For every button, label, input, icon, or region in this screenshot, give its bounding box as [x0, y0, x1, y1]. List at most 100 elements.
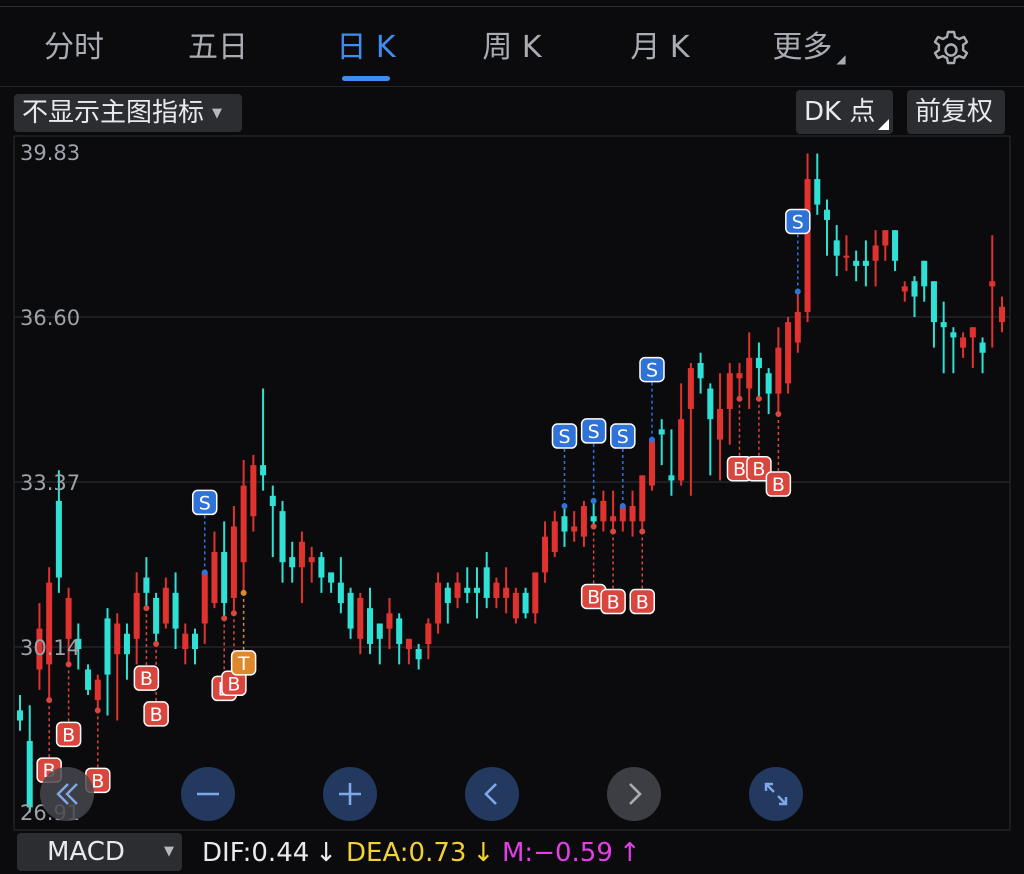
candle-body	[367, 608, 374, 644]
candle-body	[736, 373, 743, 379]
candle-body	[658, 429, 665, 435]
candle-body	[998, 306, 1006, 323]
candle-body	[697, 362, 704, 379]
tab-weekly-k[interactable]: 周 K	[464, 20, 560, 78]
candle-body	[823, 209, 831, 220]
candle-body	[522, 592, 529, 614]
tab-label: 周 K	[482, 30, 542, 65]
candle-body	[289, 557, 296, 568]
y-axis-label: 36.60	[20, 306, 80, 330]
signal-dot	[221, 615, 228, 622]
signal-letter: S	[558, 426, 570, 448]
candle-body	[114, 623, 121, 655]
candle-body	[376, 623, 383, 639]
signal-letter: S	[617, 426, 629, 448]
candle-body	[483, 567, 490, 598]
signal-letter: B	[752, 459, 765, 481]
main-indicator-label: 不显示主图指标	[22, 98, 205, 128]
tab-daily-k[interactable]: 日 K	[318, 20, 414, 78]
scroll-right-button[interactable]	[607, 767, 661, 821]
candle-body	[532, 572, 539, 614]
candlestick-chart[interactable]: BBBBBSBBTSSBBSBSBBBS39.8336.6033.3730.14…	[0, 134, 1024, 834]
zoom-out-button[interactable]	[181, 767, 235, 821]
tab-monthly-k[interactable]: 月 K	[612, 20, 708, 78]
scroll-left-button[interactable]	[465, 767, 519, 821]
dif-text: DIF:0.44	[202, 838, 310, 868]
dk-points-button[interactable]: DK 点	[796, 90, 893, 134]
tab-intraday[interactable]: 分时	[28, 20, 120, 78]
candle-body	[911, 281, 918, 297]
candle-body	[512, 592, 519, 619]
dea-value: DEA:0.73 ↓	[346, 835, 494, 871]
candle-body	[678, 419, 685, 481]
dk-points-label: DK 点	[804, 97, 876, 127]
fullscreen-icon	[764, 782, 788, 806]
candle-body	[580, 506, 587, 537]
candle-body	[318, 557, 325, 578]
signal-letter: B	[636, 592, 649, 614]
arrow-up-icon: ↑	[618, 838, 641, 868]
candle-body	[882, 230, 889, 246]
candle-body	[26, 740, 33, 808]
scroll-start-button[interactable]	[40, 767, 94, 821]
signal-dot	[648, 436, 655, 443]
zoom-out-icon	[197, 792, 219, 796]
signal-dot	[230, 610, 237, 617]
zoom-in-button[interactable]	[323, 767, 377, 821]
candle-body	[629, 506, 636, 522]
signal-dot	[46, 697, 53, 704]
caret-down-icon: ▼	[164, 844, 174, 859]
candle-body	[182, 633, 189, 650]
candle-body	[386, 613, 393, 629]
candle-body	[435, 582, 442, 624]
candle-body	[16, 710, 24, 721]
candle-body	[551, 521, 558, 552]
candle-body	[260, 465, 267, 476]
candle-body	[211, 551, 218, 604]
indicator-bar: MACD ▼ DIF:0.44 ↓ DEA:0.73 ↓ M:−0.59 ↑	[0, 833, 1024, 874]
candle-body	[717, 408, 724, 440]
chevron-left-icon	[484, 783, 497, 805]
signal-dot	[794, 288, 801, 295]
candle-body	[279, 511, 286, 563]
candle-body	[804, 179, 811, 312]
candle-body	[464, 587, 471, 593]
candle-body	[415, 649, 422, 660]
signal-dot	[240, 589, 247, 596]
gear-icon[interactable]	[929, 28, 973, 72]
candle-body	[960, 337, 967, 348]
candle-body	[901, 286, 908, 292]
candle-body	[405, 638, 412, 650]
candle-body	[892, 230, 899, 261]
signal-letter: B	[140, 668, 153, 690]
signal-dot	[143, 605, 150, 612]
signal-dot	[561, 503, 568, 510]
dropdown-corner-icon	[878, 119, 889, 130]
candle-body	[503, 587, 510, 598]
main-indicator-select[interactable]: 不显示主图指标 ▼	[14, 94, 242, 132]
tab-five-day[interactable]: 五日	[172, 20, 264, 78]
signal-dot	[590, 497, 597, 504]
candle-body	[930, 281, 937, 323]
signal-dot	[65, 661, 72, 668]
signal-dot	[755, 395, 762, 402]
signal-letter: B	[607, 592, 620, 614]
tab-more[interactable]: 更多 ◢	[756, 20, 862, 78]
candle-body	[162, 587, 169, 624]
candle-body	[648, 439, 655, 486]
y-axis-label: 39.83	[20, 141, 80, 165]
candle-body	[726, 373, 733, 409]
sub-indicator-select[interactable]: MACD ▼	[17, 833, 182, 871]
signal-dot	[153, 640, 160, 647]
candle-body	[853, 260, 860, 266]
candle-body	[969, 327, 976, 338]
signal-dot	[610, 528, 617, 535]
candle-body	[561, 516, 568, 532]
candle-body	[775, 347, 782, 394]
candle-body	[240, 485, 247, 563]
price-adjust-button[interactable]: 前复权	[907, 90, 1005, 134]
tab-label: 日 K	[336, 30, 396, 65]
tab-label: 月 K	[630, 30, 690, 65]
candle-body	[473, 587, 480, 593]
fullscreen-button[interactable]	[749, 767, 803, 821]
